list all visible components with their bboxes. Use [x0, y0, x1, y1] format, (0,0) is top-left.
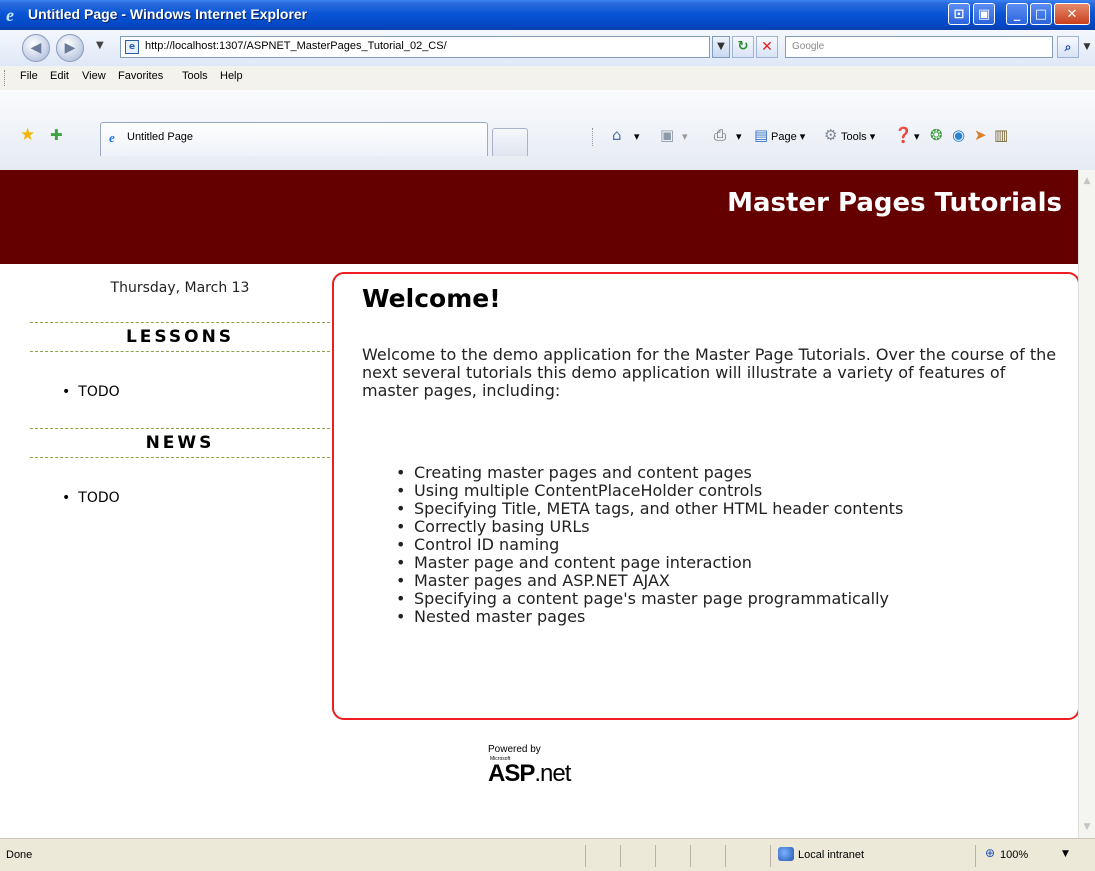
blog-icon[interactable]: ➤ [974, 126, 987, 144]
site-title: Master Pages Tutorials [727, 188, 1062, 218]
search-options-icon[interactable]: ▼ [1081, 36, 1093, 58]
menu-file[interactable]: File [20, 70, 38, 82]
current-date: Thursday, March 13 [110, 280, 250, 296]
list-item: Specifying Title, META tags, and other H… [396, 500, 1066, 519]
research-icon[interactable]: ❂ [930, 126, 943, 144]
zoom-icon: ⊕ [985, 846, 996, 860]
address-bar: ◀ ▶ ▼ e http://localhost:1307/ASPNET_Mas… [0, 30, 1095, 67]
tools-menu[interactable]: Tools ▾ [841, 130, 875, 143]
ie-logo-icon: e [6, 5, 14, 25]
menu-help[interactable]: Help [220, 70, 243, 82]
messenger-icon[interactable]: ◉ [952, 126, 965, 144]
zoom-dropdown-icon[interactable]: ▼ [1062, 849, 1069, 859]
print-dropdown-icon[interactable]: ▾ [736, 130, 742, 143]
status-separator [770, 845, 772, 867]
list-item: Master page and content page interaction [396, 554, 1066, 573]
aspnet-wordmark: ASP.net [488, 760, 571, 787]
new-tab-button[interactable] [492, 128, 528, 156]
powered-by-label: Powered by [488, 744, 541, 755]
home-dropdown-icon[interactable]: ▾ [634, 130, 640, 143]
page-viewport: Master Pages Tutorials Thursday, March 1… [0, 170, 1078, 838]
status-separator [655, 845, 657, 867]
ie-page-icon: e [109, 130, 115, 145]
history-dropdown-icon[interactable]: ▼ [96, 40, 104, 51]
welcome-heading: Welcome! [362, 284, 501, 313]
help-icon[interactable]: ❓ [894, 126, 913, 144]
powered-by-aspnet-logo[interactable]: Powered by Microsoft ASP.net [488, 744, 618, 794]
intranet-zone-icon [778, 847, 794, 861]
main-content-box: Welcome! Welcome to the demo application… [332, 272, 1078, 720]
list-item: Nested master pages [396, 608, 1066, 627]
help-dropdown-icon[interactable]: ▾ [914, 130, 920, 143]
back-button[interactable]: ◀ [22, 34, 50, 62]
lessons-list-item: • TODO [62, 384, 120, 400]
status-separator [620, 845, 622, 867]
page-menu-icon: ▤ [754, 126, 769, 144]
list-item: Correctly basing URLs [396, 518, 1066, 537]
toolbar-area: File Edit View Favorites Tools Help ★ ✚ … [0, 66, 1095, 171]
window-title: Untitled Page - Windows Internet Explore… [28, 6, 308, 22]
print-icon[interactable]: ⎙ [714, 126, 726, 144]
search-icon[interactable]: ⌕ [1057, 36, 1079, 58]
favorites-star-icon[interactable]: ★ [20, 126, 35, 144]
list-item: Specifying a content page's master page … [396, 590, 1066, 609]
url-field[interactable]: e http://localhost:1307/ASPNET_MasterPag… [120, 36, 710, 58]
vertical-scrollbar[interactable]: ▲ ▼ [1078, 170, 1095, 838]
page-menu[interactable]: Page ▾ [771, 130, 805, 143]
lessons-heading: LESSONS [30, 322, 330, 352]
minimize-button[interactable]: _ [1006, 3, 1028, 25]
title-bar: e Untitled Page - Windows Internet Explo… [0, 0, 1095, 30]
menu-edit[interactable]: Edit [50, 70, 69, 82]
browser-window: e Untitled Page - Windows Internet Explo… [0, 0, 1095, 871]
intro-paragraph: Welcome to the demo application for the … [362, 345, 1057, 400]
add-favorites-icon[interactable]: ✚ [50, 126, 63, 144]
url-text: http://localhost:1307/ASPNET_MasterPages… [145, 40, 447, 52]
maximize-button[interactable]: □ [1030, 3, 1052, 25]
status-separator [725, 845, 727, 867]
tabs-view-button[interactable]: ▣ [973, 3, 995, 25]
list-item: Using multiple ContentPlaceHolder contro… [396, 482, 1066, 501]
feeds-icon[interactable]: ▣ [660, 126, 674, 144]
forward-button[interactable]: ▶ [56, 34, 84, 62]
url-dropdown-button[interactable]: ▼ [712, 36, 730, 58]
list-item: Creating master pages and content pages [396, 464, 1066, 483]
zoom-level[interactable]: 100% [1000, 849, 1028, 861]
tab-untitled-page[interactable]: e Untitled Page [100, 122, 488, 156]
home-icon[interactable]: ⌂ [612, 126, 622, 144]
onenote-icon[interactable]: ▥ [994, 126, 1008, 144]
menu-bar: File Edit View Favorites Tools Help [0, 66, 1095, 91]
news-heading: NEWS [30, 428, 330, 458]
feature-list: Creating master pages and content pages … [396, 464, 1066, 627]
status-bar: Done Local intranet ⊕ 100% ▼ [0, 838, 1095, 871]
toggle-view-button[interactable]: ⊡ [948, 3, 970, 25]
page-icon: e [125, 40, 139, 54]
tab-label: Untitled Page [127, 131, 194, 143]
command-separator [592, 128, 594, 146]
status-separator [690, 845, 692, 867]
scroll-up-icon[interactable]: ▲ [1081, 174, 1093, 188]
search-input[interactable]: Google [785, 36, 1053, 58]
news-list-item: • TODO [62, 490, 120, 506]
list-item: Master pages and ASP.NET AJAX [396, 572, 1066, 591]
menu-tools[interactable]: Tools [182, 70, 208, 82]
refresh-button[interactable]: ↻ [732, 36, 754, 58]
menu-grip[interactable] [4, 70, 7, 86]
close-button[interactable]: ✕ [1054, 3, 1090, 25]
menu-view[interactable]: View [82, 70, 106, 82]
feeds-dropdown-icon[interactable]: ▾ [682, 130, 688, 143]
search-placeholder: Google [792, 41, 825, 52]
security-zone[interactable]: Local intranet [798, 849, 864, 861]
scroll-down-icon[interactable]: ▼ [1081, 820, 1093, 834]
status-separator [975, 845, 977, 867]
tools-gear-icon: ⚙ [824, 126, 838, 144]
stop-button[interactable]: ✕ [756, 36, 778, 58]
left-sidebar: Thursday, March 13 LESSONS • TODO NEWS • T… [0, 264, 330, 734]
status-text: Done [6, 849, 33, 861]
menu-favorites[interactable]: Favorites [118, 70, 163, 82]
site-header: Master Pages Tutorials [0, 170, 1078, 264]
status-separator [585, 845, 587, 867]
favorites-tab-bar: ★ ✚ e Untitled Page ⌂ ▾ ▣ ▾ ⎙ ▾ ▤ Page ▾… [0, 90, 1095, 171]
list-item: Control ID naming [396, 536, 1066, 555]
